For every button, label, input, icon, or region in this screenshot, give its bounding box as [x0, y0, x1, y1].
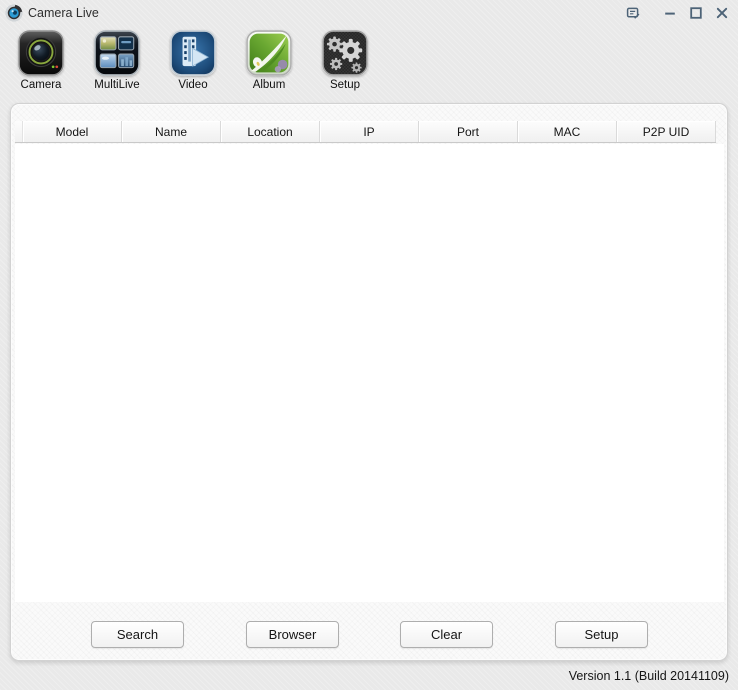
close-icon[interactable]: [713, 5, 730, 22]
toolbar-label-camera: Camera: [21, 79, 62, 91]
feedback-icon[interactable]: [624, 5, 641, 22]
toolbar-item-video[interactable]: Video: [169, 30, 217, 91]
device-table-body[interactable]: [15, 144, 724, 602]
toolbar-item-album[interactable]: Album: [245, 30, 293, 91]
camera-live-logo-icon: [5, 4, 23, 22]
camera-live-window: { "window": { "title": "Camera Live", "a…: [0, 0, 738, 690]
column-header-mac[interactable]: MAC: [518, 121, 617, 142]
toolbar-label-setup: Setup: [330, 79, 360, 91]
clear-button[interactable]: Clear: [400, 621, 493, 648]
setup-icon: [322, 30, 368, 76]
multilive-icon: [94, 30, 140, 76]
toolbar-label-album: Album: [253, 79, 286, 91]
toolbar-label-multilive: MultiLive: [94, 79, 139, 91]
status-bar: Version 1.1 (Build 20141109): [0, 661, 738, 690]
toolbar-item-camera[interactable]: Camera: [17, 30, 65, 91]
window-controls: [624, 5, 730, 22]
table-header-spacer: [15, 121, 23, 142]
toolbar-label-video: Video: [178, 79, 207, 91]
setup-button[interactable]: Setup: [555, 621, 648, 648]
search-button[interactable]: Search: [91, 621, 184, 648]
maximize-icon[interactable]: [687, 5, 704, 22]
main-toolbar: Camera: [17, 30, 369, 91]
browser-button[interactable]: Browser: [246, 621, 339, 648]
video-icon: [170, 30, 216, 76]
device-list-panel: Model Name Location IP Port MAC P2P UID …: [10, 103, 728, 661]
title-bar: Camera Live: [0, 0, 738, 26]
device-table-header: Model Name Location IP Port MAC P2P UID: [15, 121, 716, 143]
toolbar-item-setup[interactable]: Setup: [321, 30, 369, 91]
column-header-port[interactable]: Port: [419, 121, 518, 142]
toolbar-item-multilive[interactable]: MultiLive: [93, 30, 141, 91]
column-header-ip[interactable]: IP: [320, 121, 419, 142]
minimize-icon[interactable]: [661, 5, 678, 22]
column-header-name[interactable]: Name: [122, 121, 221, 142]
column-header-model[interactable]: Model: [23, 121, 122, 142]
album-icon: [246, 30, 292, 76]
window-title: Camera Live: [28, 6, 99, 20]
column-header-location[interactable]: Location: [221, 121, 320, 142]
column-header-p2p-uid[interactable]: P2P UID: [617, 121, 716, 142]
version-text: Version 1.1 (Build 20141109): [569, 669, 729, 683]
camera-icon: [18, 30, 64, 76]
